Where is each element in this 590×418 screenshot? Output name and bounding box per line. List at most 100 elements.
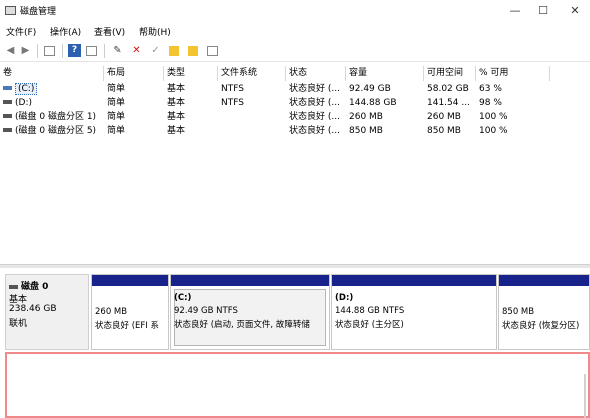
toolbar-separator	[62, 44, 63, 58]
free-space-cell: 58.02 GB	[427, 84, 469, 94]
column-header-type[interactable]: 类型	[164, 66, 218, 81]
layout-cell: 简单	[107, 112, 126, 122]
volume-name-cell: (D:)	[0, 96, 104, 110]
type-cell: 基本	[167, 126, 186, 136]
vertical-scrollbar[interactable]	[584, 374, 586, 418]
forward-arrow-icon[interactable]: ▶	[19, 44, 32, 57]
partition-recovery[interactable]: 850 MB 状态良好 (恢复分区)	[498, 274, 590, 350]
type-cell: 基本	[167, 84, 186, 94]
disk-size: 238.46 GB	[9, 304, 57, 314]
layout-cell: 简单	[107, 98, 126, 108]
volume-row[interactable]: (C:) 简单 基本 NTFS 状态良好 (... 92.49 GB 58.02…	[0, 82, 550, 96]
free-space-cell: 141.54 ...	[427, 98, 470, 108]
title-bar: 磁盘管理 — ☐ ✕	[0, 0, 590, 22]
partition-title: (C:)	[174, 293, 192, 303]
partition-c[interactable]: (C:) 92.49 GB NTFS 状态良好 (启动, 页面文件, 故障转储	[170, 274, 330, 350]
partition-band	[332, 275, 496, 286]
column-header-capacity[interactable]: 容量	[346, 66, 424, 81]
column-header-layout[interactable]: 布局	[104, 66, 164, 81]
menu-bar: 文件(F) 操作(A) 查看(V) 帮助(H)	[0, 22, 590, 40]
partition-efi[interactable]: 260 MB 状态良好 (EFI 系	[91, 274, 169, 350]
partition-title: (D:)	[335, 293, 354, 303]
partition-band	[171, 275, 329, 286]
window-title: 磁盘管理	[20, 7, 57, 17]
minimize-button[interactable]: —	[500, 0, 530, 22]
column-header-percent-free[interactable]: % 可用	[476, 66, 550, 81]
disk-status: 联机	[9, 319, 28, 329]
volume-name-cell: (磁盘 0 磁盘分区 1)	[0, 110, 104, 124]
filesystem-cell: NTFS	[221, 98, 244, 108]
partition-size: 92.49 GB NTFS	[174, 306, 238, 316]
folder-icon[interactable]	[169, 46, 179, 56]
capacity-cell: 850 MB	[349, 126, 383, 136]
partition-size: 260 MB	[95, 307, 128, 317]
status-cell: 状态良好 (...	[289, 126, 340, 136]
menu-action[interactable]: 操作(A)	[50, 25, 81, 38]
volume-name: (C:)	[15, 83, 38, 95]
partition-size: 144.88 GB NTFS	[335, 306, 405, 316]
capacity-cell: 260 MB	[349, 112, 383, 122]
list-icon[interactable]	[86, 46, 97, 56]
check-icon[interactable]: ✓	[149, 44, 162, 57]
partition-band	[92, 275, 168, 286]
capacity-cell: 92.49 GB	[349, 84, 391, 94]
connect-icon[interactable]: ✎	[111, 44, 124, 57]
column-header-filesystem[interactable]: 文件系统	[218, 66, 286, 81]
volume-icon	[3, 99, 12, 104]
toolbar-separator	[104, 44, 105, 58]
partition-status: 状态良好 (EFI 系	[95, 321, 159, 331]
volume-name-cell: (C:)	[0, 82, 104, 96]
type-cell: 基本	[167, 112, 186, 122]
percent-free-cell: 98 %	[479, 98, 502, 108]
percent-free-cell: 63 %	[479, 84, 502, 94]
help-icon[interactable]: ?	[68, 44, 81, 57]
volume-name-cell: (磁盘 0 磁盘分区 5)	[0, 124, 104, 138]
filesystem-cell: NTFS	[221, 84, 244, 94]
layout-cell: 简单	[107, 84, 126, 94]
volume-list-header: 卷 布局 类型 文件系统 状态 容量 可用空间 % 可用	[0, 66, 550, 81]
disk-0-info[interactable]: 磁盘 0 基本 238.46 GB 联机	[5, 274, 89, 350]
partition-size: 850 MB	[502, 307, 535, 317]
volume-name: (磁盘 0 磁盘分区 5)	[15, 126, 97, 136]
column-header-volume[interactable]: 卷	[0, 66, 104, 81]
capacity-cell: 144.88 GB	[349, 98, 397, 108]
folder-search-icon[interactable]	[188, 46, 198, 56]
volume-icon	[3, 113, 12, 118]
toolbar-separator	[37, 44, 38, 58]
volume-row[interactable]: (磁盘 0 磁盘分区 1) 简单 基本 状态良好 (... 260 MB 260…	[0, 110, 550, 124]
details-icon[interactable]	[207, 46, 218, 56]
menu-view[interactable]: 查看(V)	[94, 25, 125, 38]
column-header-free-space[interactable]: 可用空间	[424, 66, 476, 81]
status-cell: 状态良好 (...	[289, 84, 340, 94]
toolbar: ◀ ▶ ? ✎ ✕ ✓	[0, 40, 590, 62]
filesystem-cell	[218, 110, 286, 124]
menu-help[interactable]: 帮助(H)	[139, 25, 171, 38]
partition-status: 状态良好 (主分区)	[335, 320, 404, 330]
partition-band	[499, 275, 589, 286]
free-space-cell: 260 MB	[427, 112, 461, 122]
volume-row[interactable]: (磁盘 0 磁盘分区 5) 简单 基本 状态良好 (... 850 MB 850…	[0, 124, 550, 138]
maximize-button[interactable]: ☐	[528, 0, 558, 22]
delete-icon[interactable]: ✕	[130, 44, 143, 57]
layout-cell: 简单	[107, 126, 126, 136]
type-cell: 基本	[167, 98, 186, 108]
partition-status: 状态良好 (恢复分区)	[502, 321, 580, 331]
percent-free-cell: 100 %	[479, 112, 508, 122]
partition-status: 状态良好 (启动, 页面文件, 故障转储	[174, 320, 310, 330]
volume-name: (磁盘 0 磁盘分区 1)	[15, 112, 97, 122]
properties-icon[interactable]	[44, 46, 55, 56]
pane-splitter[interactable]	[0, 264, 590, 268]
volume-row[interactable]: (D:) 简单 基本 NTFS 状态良好 (... 144.88 GB 141.…	[0, 96, 550, 110]
filesystem-cell	[218, 124, 286, 138]
disk-name: 磁盘 0	[9, 279, 48, 292]
column-header-status[interactable]: 状态	[286, 66, 346, 81]
next-disk-area	[5, 352, 590, 418]
partition-d[interactable]: (D:) 144.88 GB NTFS 状态良好 (主分区)	[331, 274, 497, 350]
back-arrow-icon[interactable]: ◀	[4, 44, 17, 57]
menu-file[interactable]: 文件(F)	[6, 25, 36, 38]
volume-icon	[3, 127, 12, 132]
status-cell: 状态良好 (...	[289, 98, 340, 108]
disk-management-app-icon	[5, 6, 16, 15]
close-button[interactable]: ✕	[560, 0, 590, 22]
percent-free-cell: 100 %	[479, 126, 508, 136]
